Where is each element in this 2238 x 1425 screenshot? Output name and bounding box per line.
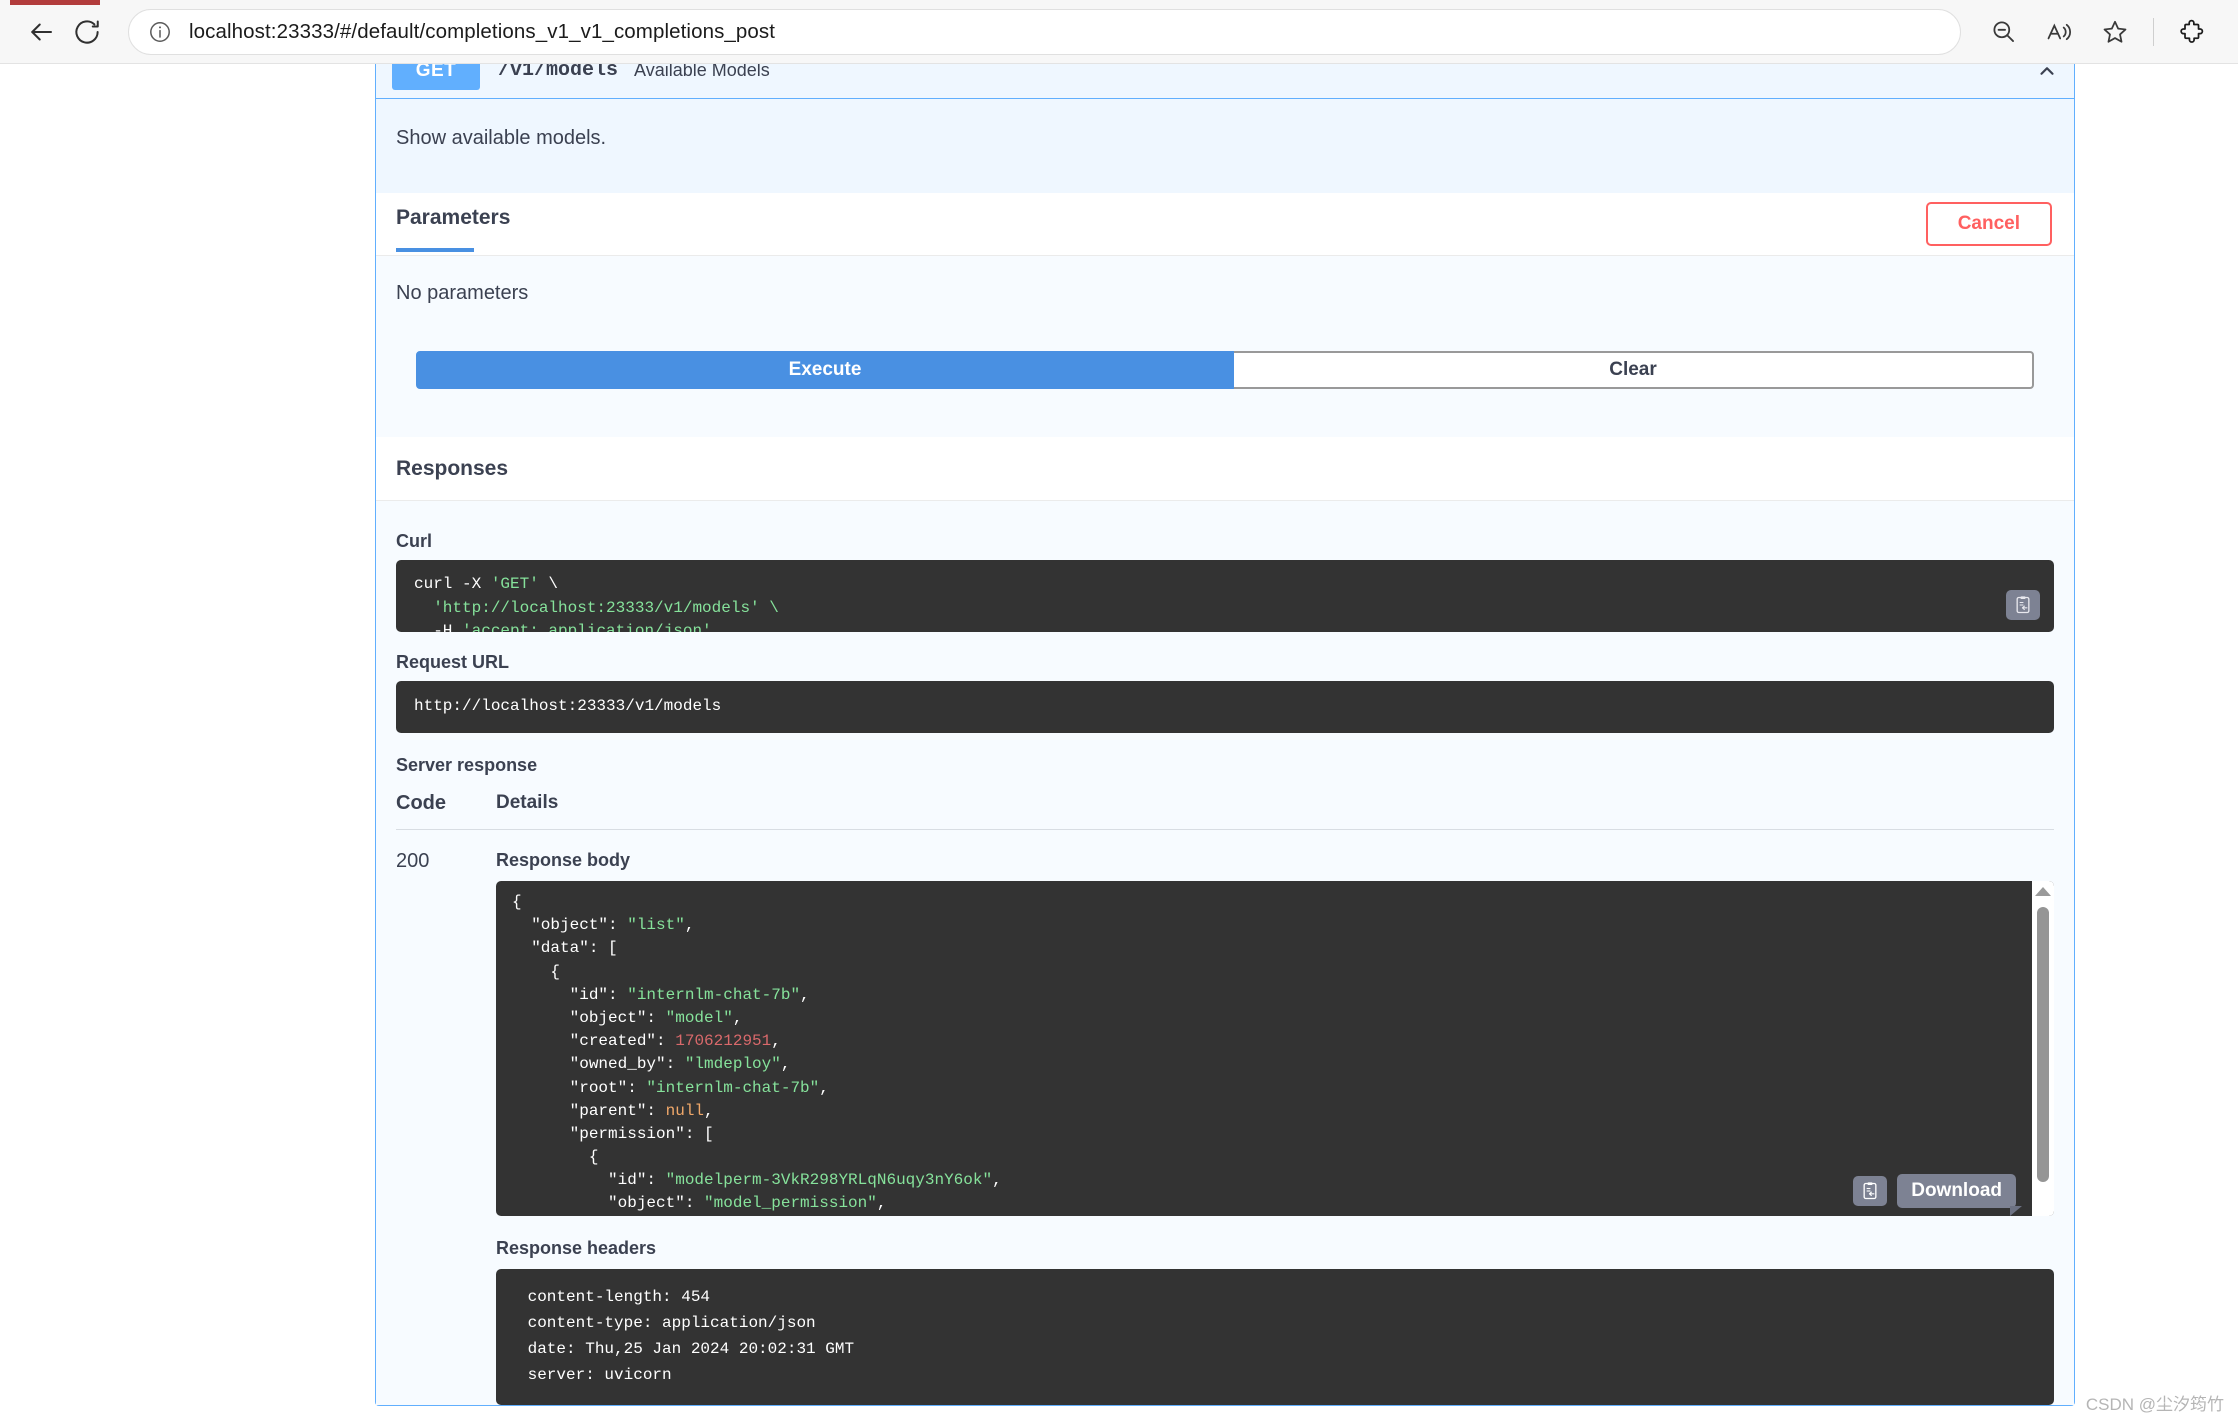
star-icon xyxy=(2103,20,2127,43)
cancel-button[interactable]: Cancel xyxy=(1925,202,2052,246)
parameters-header: Parameters Cancel xyxy=(376,193,2074,256)
curl-header-arg: 'accept: application/json' xyxy=(462,622,712,632)
site-info-icon[interactable] xyxy=(147,19,173,45)
request-url-block: http://localhost:23333/v1/models xyxy=(396,681,2054,733)
no-parameters-text: No parameters xyxy=(396,282,529,304)
request-url-text: http://localhost:23333/v1/models xyxy=(414,697,722,716)
operation-description-section: Show available models. xyxy=(376,99,2074,193)
back-arrow-icon xyxy=(31,23,52,40)
copy-to-clipboard-icon xyxy=(1863,1182,1877,1200)
reload-icon xyxy=(75,19,99,44)
request-url-label: Request URL xyxy=(396,652,510,672)
zoom-out-icon xyxy=(1992,21,2014,42)
address-bar-url: localhost:23333/#/default/completions_v1… xyxy=(189,19,776,43)
execute-clear-row: Execute Clear xyxy=(416,351,2034,389)
toolbar-divider xyxy=(2153,17,2154,46)
responses-title: Responses xyxy=(396,456,509,480)
column-header-code: Code xyxy=(396,792,446,814)
reload-button[interactable] xyxy=(64,9,110,55)
copy-response-button[interactable] xyxy=(1853,1176,1888,1206)
response-body-block[interactable]: { "object": "list", "data": [ { "id": "i… xyxy=(496,881,2054,1216)
operation-summary[interactable]: GET /v1/models Available Models xyxy=(376,64,2074,99)
parameters-bottom-spacer xyxy=(376,389,2074,437)
response-headers-block: content-length: 454 content-type: applic… xyxy=(496,1269,2054,1405)
curl-url-line: 'http://localhost:23333/v1/models' \ xyxy=(414,598,779,617)
parameters-body: No parameters Execute Clear xyxy=(376,256,2074,389)
clear-button[interactable]: Clear xyxy=(1234,351,2034,389)
read-aloud-icon xyxy=(2047,22,2071,40)
copy-curl-button[interactable] xyxy=(2006,590,2040,620)
responses-table: Code Details 200 Response body { "object… xyxy=(396,792,2054,1405)
zoom-out-button[interactable] xyxy=(1981,10,2025,54)
response-details-cell: Response body { "object": "list", "data"… xyxy=(496,850,2054,1405)
response-body-json: { "object": "list", "data": [ { "id": "i… xyxy=(512,893,1002,1213)
response-body-label: Response body xyxy=(496,850,631,870)
swagger-ui-page: GET /v1/models Available Models Show ava… xyxy=(0,64,2238,1425)
curl-line1-tail: \ xyxy=(538,575,559,593)
response-body-actions: Download xyxy=(1853,1174,2022,1216)
extensions-button[interactable] xyxy=(2170,10,2214,54)
operation-block-get-models: GET /v1/models Available Models Show ava… xyxy=(375,64,2075,1406)
extensions-puzzle-icon xyxy=(2180,19,2204,43)
responses-table-header: Code Details xyxy=(396,792,2054,830)
address-bar[interactable]: localhost:23333/#/default/completions_v1… xyxy=(128,8,1961,55)
operation-summary-text: Available Models xyxy=(634,64,770,80)
favorites-button[interactable] xyxy=(2093,10,2137,54)
read-aloud-button[interactable] xyxy=(2037,10,2081,54)
operation-description: Show available models. xyxy=(396,127,607,149)
execute-button[interactable]: Execute xyxy=(416,351,1234,389)
column-header-details: Details xyxy=(496,792,559,813)
scrollbar-thumb[interactable] xyxy=(2037,907,2049,1182)
http-method-badge: GET xyxy=(392,64,480,90)
response-body-scrollbar[interactable] xyxy=(2032,881,2054,1216)
copy-to-clipboard-icon xyxy=(2016,596,2030,614)
parameters-tab[interactable]: Parameters xyxy=(396,206,510,252)
response-headers-label: Response headers xyxy=(496,1238,657,1258)
responses-header: Responses xyxy=(376,437,2074,501)
browser-chrome: localhost:23333/#/default/completions_v1… xyxy=(0,0,2238,64)
response-status-code: 200 xyxy=(396,850,430,872)
browser-toolbar-actions xyxy=(1975,10,2220,54)
download-button[interactable]: Download xyxy=(1897,1174,2022,1216)
csdn-watermark: CSDN @尘汐筠竹 xyxy=(2085,1395,2224,1414)
curl-header-flag: -H xyxy=(414,622,463,632)
responses-body: Curl curl -X 'GET' \ 'http://localhost:2… xyxy=(376,501,2074,1405)
operation-body: Show available models. Parameters Cancel… xyxy=(376,99,2074,1405)
tab-strip-remnant xyxy=(10,0,100,5)
curl-cmd: curl -X xyxy=(414,575,491,593)
chevron-up-icon[interactable] xyxy=(2036,64,2058,82)
operation-path: /v1/models xyxy=(498,64,619,82)
back-button[interactable] xyxy=(18,9,64,55)
curl-method-arg: 'GET' xyxy=(490,575,539,593)
table-row: 200 Response body { "object": "list", "d… xyxy=(396,830,2054,1405)
curl-code-block[interactable]: curl -X 'GET' \ 'http://localhost:23333/… xyxy=(396,560,2054,632)
server-response-label: Server response xyxy=(396,755,538,775)
scroll-up-arrow-icon[interactable] xyxy=(2035,887,2051,896)
curl-label: Curl xyxy=(396,531,432,551)
